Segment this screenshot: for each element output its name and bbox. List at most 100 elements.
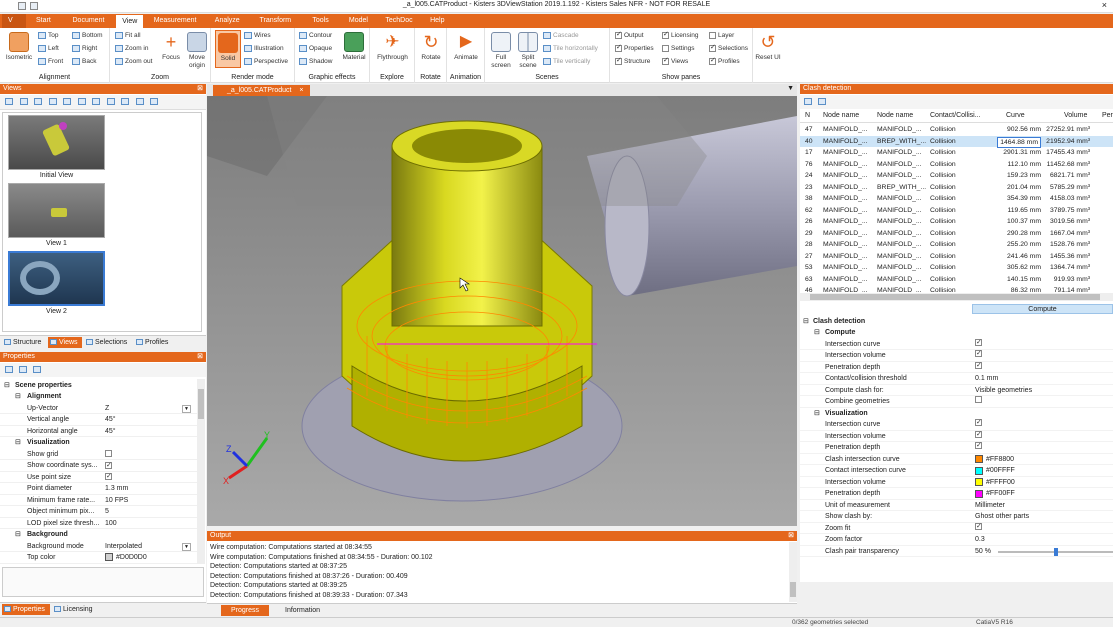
column-header-per[interactable]: Per: [1102, 112, 1113, 119]
table-row[interactable]: 53 MANIFOLD_... MANIFOLD_... Collision 305.6…: [800, 262, 1113, 274]
export-icon[interactable]: [818, 98, 826, 105]
output-scrollbar[interactable]: [789, 542, 797, 602]
property-row-lod-pixel-size-thresh[interactable]: LOD pixel size thresh... 100: [0, 518, 197, 530]
clash-property-value[interactable]: 0.3: [975, 534, 985, 546]
sort-icon[interactable]: [33, 366, 41, 373]
column-header-contact-collisi[interactable]: Contact/Collisi...: [930, 112, 981, 119]
table-row[interactable]: 76 MANIFOLD_... MANIFOLD_... Collision 112.1…: [800, 159, 1113, 171]
clash-property-unit-of-measurement[interactable]: Unit of measurement Millimeter: [800, 500, 1113, 512]
checkbox[interactable]: [615, 43, 622, 52]
opaque-button[interactable]: Opaque: [299, 45, 332, 52]
property-value[interactable]: 100: [105, 518, 117, 530]
views_panel-tab-profiles[interactable]: Profiles: [134, 337, 174, 348]
left-button[interactable]: Left: [38, 45, 59, 52]
clash-property-visualization[interactable]: ⊟ Visualization: [800, 408, 1113, 420]
flythrough-button[interactable]: ✈ Flythrough: [372, 32, 413, 62]
clash-property-value[interactable]: [975, 440, 982, 452]
clash-property-compute[interactable]: ⊟ Compute: [800, 327, 1113, 339]
clash-property-zoom-factor[interactable]: Zoom factor 0.3: [800, 534, 1113, 546]
properties-scrollbar[interactable]: [197, 379, 205, 564]
property-row-background-mode[interactable]: Background mode Interpolated ▼: [0, 541, 197, 552]
checkbox[interactable]: [709, 43, 716, 52]
table-row[interactable]: 24 MANIFOLD_... MANIFOLD_... Collision 159.2…: [800, 170, 1113, 182]
tile-horizontally-button[interactable]: Tile horizontally: [543, 45, 598, 52]
property-value[interactable]: Z: [105, 403, 109, 415]
column-header-curve[interactable]: Curve: [1006, 112, 1025, 119]
pane-toggle-profiles[interactable]: Profiles: [709, 56, 740, 65]
full-screen-button[interactable]: Full screen: [488, 32, 514, 70]
document-tab[interactable]: _a_l005.CATProduct ×: [213, 85, 310, 96]
clash-property-value[interactable]: Millimeter: [975, 500, 1005, 512]
delete-icon[interactable]: [48, 98, 57, 105]
clash-property-combine-geometries[interactable]: Combine geometries: [800, 396, 1113, 408]
perspective-button[interactable]: Perspective: [244, 58, 288, 65]
new-view-icon[interactable]: [5, 98, 13, 105]
clash-property-value[interactable]: [975, 521, 982, 532]
zoom-in-button[interactable]: Zoom in: [115, 45, 148, 52]
scroll-thumb[interactable]: [790, 582, 796, 597]
last-icon[interactable]: [135, 98, 144, 105]
clash-property-penetration-depth[interactable]: Penetration depth: [800, 360, 1113, 373]
checkbox[interactable]: [975, 521, 982, 532]
property-row-alignment[interactable]: ⊟ Alignment: [0, 391, 197, 403]
top-button[interactable]: Top: [38, 32, 58, 39]
menu-view[interactable]: View: [115, 14, 145, 28]
property-value[interactable]: 10 FPS: [105, 495, 128, 507]
checkbox[interactable]: [975, 417, 982, 429]
checkbox[interactable]: [975, 348, 982, 360]
property-row-use-point-size[interactable]: Use point size: [0, 471, 197, 483]
close-icon[interactable]: ×: [1102, 0, 1107, 10]
property-value[interactable]: 45°: [105, 414, 116, 426]
checkbox[interactable]: [975, 360, 982, 371]
3d-viewport[interactable]: Y X Z: [207, 96, 797, 526]
menu-transform[interactable]: Transform: [254, 14, 298, 28]
pane-toggle-properties[interactable]: Properties: [615, 43, 654, 52]
properties_panel-tab-licensing[interactable]: Licensing: [52, 604, 98, 615]
clash-property-clash-pair-transparency[interactable]: Clash pair transparency 50 %: [800, 546, 1113, 557]
next-icon[interactable]: [121, 98, 129, 105]
shadow-button[interactable]: Shadow: [299, 58, 333, 65]
menu-start[interactable]: Start: [30, 14, 57, 28]
table-row[interactable]: 27 MANIFOLD_... MANIFOLD_... Collision 241.4…: [800, 251, 1113, 263]
animate-button[interactable]: ▶ Animate: [450, 32, 482, 62]
compute-button[interactable]: Compute: [972, 304, 1113, 314]
view-thumbnail-1[interactable]: [8, 183, 105, 238]
menu-analyze[interactable]: Analyze: [209, 14, 246, 28]
menu-help[interactable]: Help: [424, 14, 450, 28]
output-tab-progress[interactable]: Progress: [221, 605, 269, 616]
views_panel-tab-views[interactable]: Views: [48, 337, 82, 348]
collapse-icon[interactable]: ⊟: [15, 437, 21, 449]
property-row-visualization[interactable]: ⊟ Visualization: [0, 437, 197, 449]
collapse-icon[interactable]: ⊟: [814, 408, 820, 420]
checkbox[interactable]: [709, 56, 716, 65]
close-icon[interactable]: ⊠: [788, 531, 794, 541]
dropdown-icon[interactable]: ▼: [182, 404, 191, 413]
checkbox[interactable]: [975, 440, 982, 452]
scroll-thumb[interactable]: [198, 389, 204, 419]
first-icon[interactable]: [92, 98, 100, 105]
clash-property-value[interactable]: [975, 348, 982, 360]
table-row[interactable]: 29 MANIFOLD_... MANIFOLD_... Collision 290.2…: [800, 228, 1113, 240]
collapse-icon[interactable]: ⊟: [15, 391, 21, 403]
pane-toggle-output[interactable]: Output: [615, 30, 644, 39]
clash-property-penetration-depth[interactable]: Penetration depth: [800, 440, 1113, 454]
clash-property-intersection-volume[interactable]: Intersection volume: [800, 429, 1113, 442]
property-value[interactable]: [105, 460, 112, 472]
property-value[interactable]: 5: [105, 506, 109, 518]
clash-property-contact-intersection-curve[interactable]: Contact intersection curve #00FFFF: [800, 465, 1113, 477]
rotate-button[interactable]: ↻ Rotate: [417, 32, 445, 62]
clash-property-show-clash-by[interactable]: Show clash by: Ghost other parts: [800, 511, 1113, 523]
contour-button[interactable]: Contour: [299, 32, 332, 39]
fit-all-button[interactable]: Fit all: [115, 32, 141, 39]
column-header-volume[interactable]: Volume: [1064, 112, 1087, 119]
property-row-horizontal-angle[interactable]: Horizontal angle 45°: [0, 426, 197, 437]
front-button[interactable]: Front: [38, 58, 63, 65]
column-header-node-name[interactable]: Node name: [823, 112, 859, 119]
menu-techdoc[interactable]: TechDoc: [379, 14, 418, 28]
property-row-object-minimum-pix[interactable]: Object minimum pix... 5: [0, 506, 197, 518]
slider-thumb[interactable]: [1053, 547, 1058, 556]
clash-property-contact-collision-threshold[interactable]: Contact/collision threshold 0.1 mm: [800, 373, 1113, 385]
collapse-icon[interactable]: ⊟: [814, 327, 820, 339]
checkbox[interactable]: [662, 30, 669, 39]
table-row[interactable]: 62 MANIFOLD_... MANIFOLD_... Collision 119.6…: [800, 205, 1113, 217]
